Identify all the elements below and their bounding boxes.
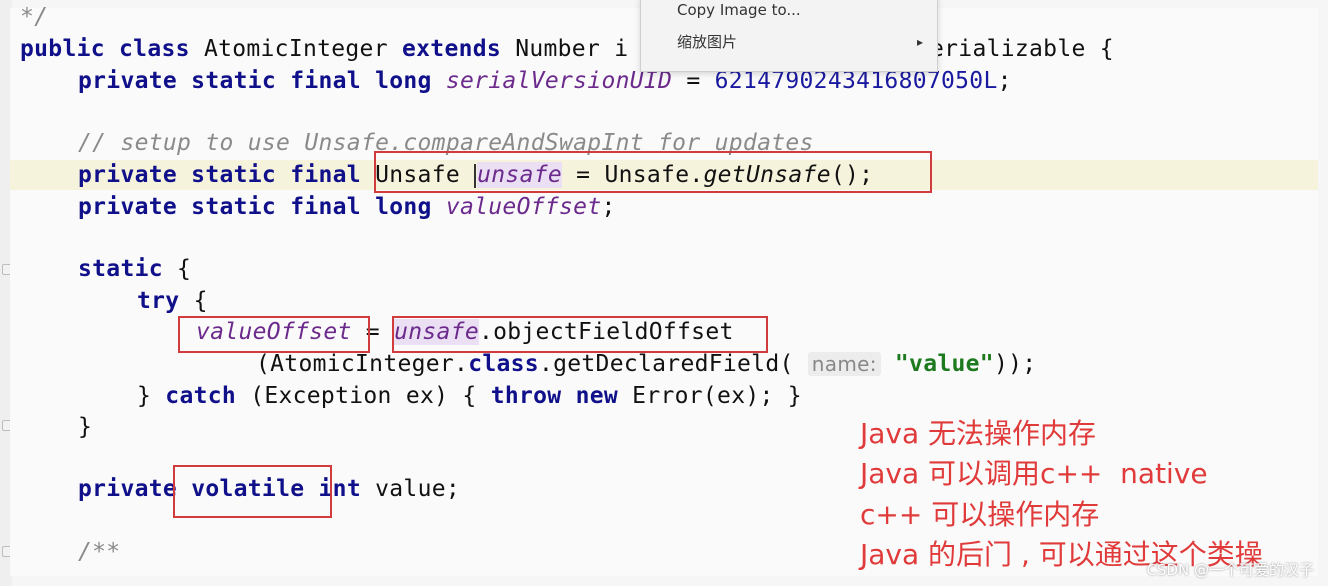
catch-line: } catch (Exception ex) { throw new Error… bbox=[137, 383, 802, 409]
static-close-brace: } bbox=[78, 414, 93, 440]
javadoc-start: /** bbox=[78, 539, 121, 565]
get-declared-field-line: (AtomicInteger.class.getDeclaredField( n… bbox=[256, 351, 1037, 377]
menu-item-copy-image[interactable]: Copy Image to... bbox=[677, 0, 927, 23]
class-declaration: public class AtomicInteger extends Numbe… bbox=[20, 36, 629, 62]
comment-end: */ bbox=[20, 4, 49, 30]
annotation-note: Java 可以调用c++ native bbox=[860, 457, 1208, 490]
value-offset-highlight-box bbox=[178, 316, 370, 353]
try-line: try { bbox=[137, 288, 208, 314]
static-block-line: static { bbox=[78, 256, 192, 282]
volatile-highlight-box bbox=[173, 465, 332, 518]
menu-item-zoom-image[interactable]: 缩放图片 bbox=[677, 29, 927, 55]
annotation-note: Java 无法操作内存 bbox=[860, 417, 1097, 450]
parameter-hint: name: bbox=[807, 352, 881, 376]
object-field-offset-highlight-box bbox=[392, 316, 768, 353]
submenu-arrow-icon: ▸ bbox=[916, 35, 923, 49]
context-menu: Copy Image to... 缩放图片 ▸ bbox=[640, 0, 938, 72]
annotation-note: c++ 可以操作内存 bbox=[860, 498, 1100, 531]
unsafe-highlight-box bbox=[374, 151, 932, 193]
watermark: CSDN @一个可爱的汉子 bbox=[1146, 561, 1314, 579]
value-offset-decl-line: private static final long valueOffset; bbox=[78, 194, 616, 220]
class-declaration-tail: erializable { bbox=[930, 36, 1114, 62]
screenshot-stage: { "code": { "l_comment_end": "*/", "l_cl… bbox=[0, 0, 1328, 586]
